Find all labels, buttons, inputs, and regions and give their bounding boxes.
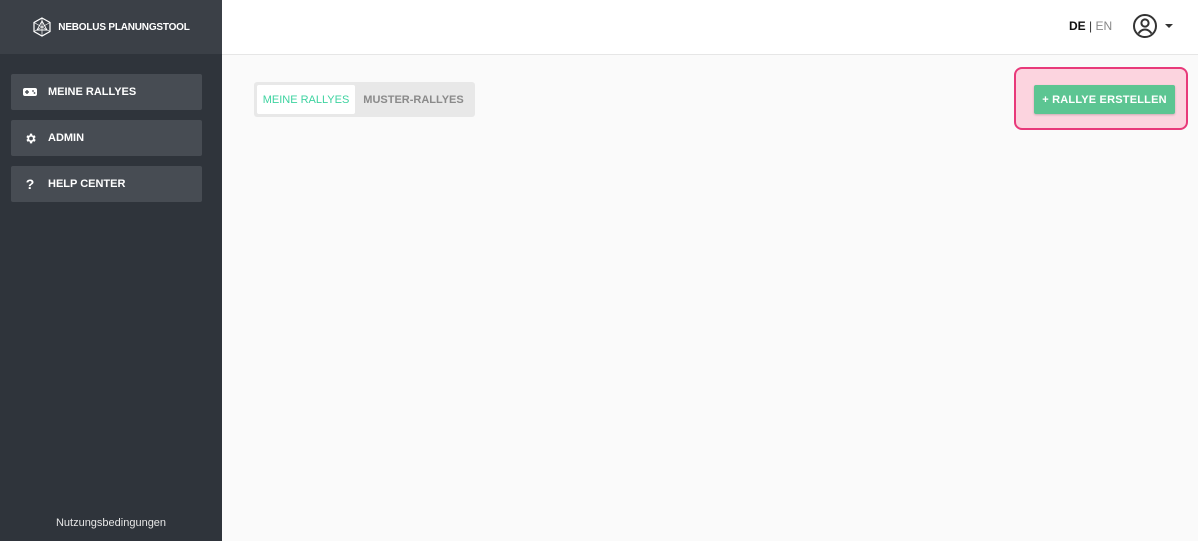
user-circle-icon: [1133, 14, 1157, 38]
create-rallye-button[interactable]: + RALLYE ERSTELLEN: [1034, 85, 1175, 114]
language-switcher: DE | EN: [1069, 19, 1112, 33]
lang-separator: |: [1089, 19, 1093, 33]
sidebar-nav: MEINE RALLYES ADMIN ? HELP CENTER: [0, 54, 222, 202]
lang-en[interactable]: EN: [1095, 19, 1112, 33]
terms-link[interactable]: Nutzungsbedingungen: [0, 517, 222, 529]
gear-icon: [22, 130, 38, 146]
sidebar-item-label: MEINE RALLYES: [48, 86, 137, 98]
user-menu[interactable]: [1132, 13, 1173, 39]
sidebar: NEBOLUS PLANUNGSTOOL MEINE RALLYES ADMIN…: [0, 0, 222, 541]
rallye-tabs: MEINE RALLYES MUSTER-RALLYES: [254, 82, 475, 117]
tab-meine-rallyes[interactable]: MEINE RALLYES: [257, 85, 355, 114]
gamepad-icon: [22, 84, 38, 100]
brand-title: NEBOLUS PLANUNGSTOOL: [58, 21, 190, 33]
sidebar-item-admin[interactable]: ADMIN: [11, 120, 202, 156]
top-bar: DE | EN: [222, 0, 1198, 55]
question-icon: ?: [25, 176, 35, 192]
sidebar-item-meine-rallyes[interactable]: MEINE RALLYES: [11, 74, 202, 110]
sidebar-item-help-center[interactable]: ? HELP CENTER: [11, 166, 202, 202]
sidebar-item-label: ADMIN: [48, 132, 85, 144]
tab-muster-rallyes[interactable]: MUSTER-RALLYES: [355, 85, 472, 114]
logo-icon: [33, 17, 51, 37]
chevron-down-icon: [1165, 24, 1173, 28]
sidebar-item-label: HELP CENTER: [48, 178, 126, 190]
brand-header[interactable]: NEBOLUS PLANUNGSTOOL: [0, 0, 222, 54]
lang-de[interactable]: DE: [1069, 19, 1086, 33]
